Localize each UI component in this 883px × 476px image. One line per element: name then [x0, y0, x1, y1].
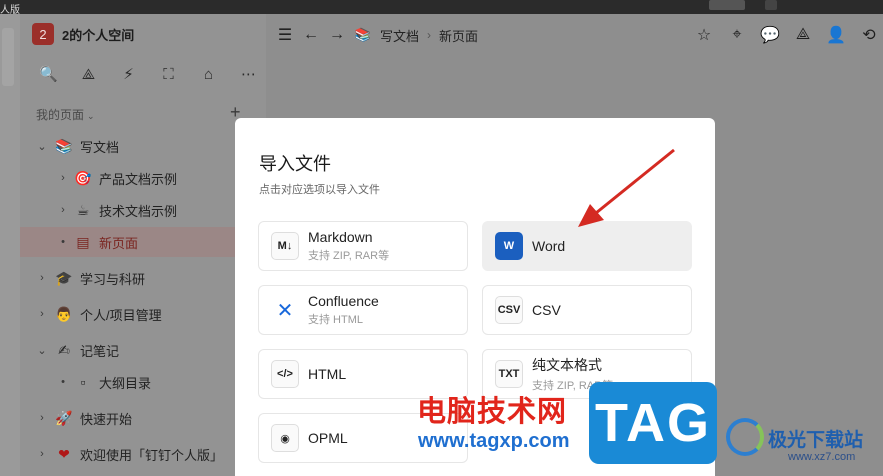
- watermark-xz-url: www.xz7.com: [788, 451, 856, 463]
- watermark-tag-logo: TAG: [589, 382, 717, 464]
- arrow-shaft: [595, 148, 675, 215]
- watermark-site-name: 电脑技术网: [417, 396, 568, 428]
- arrow-head: [578, 204, 604, 227]
- watermark-site-url: www.tagxp.com: [418, 430, 570, 452]
- xz-logo-icon: [726, 418, 764, 456]
- watermark-xz-name: 极光下载站: [768, 430, 864, 451]
